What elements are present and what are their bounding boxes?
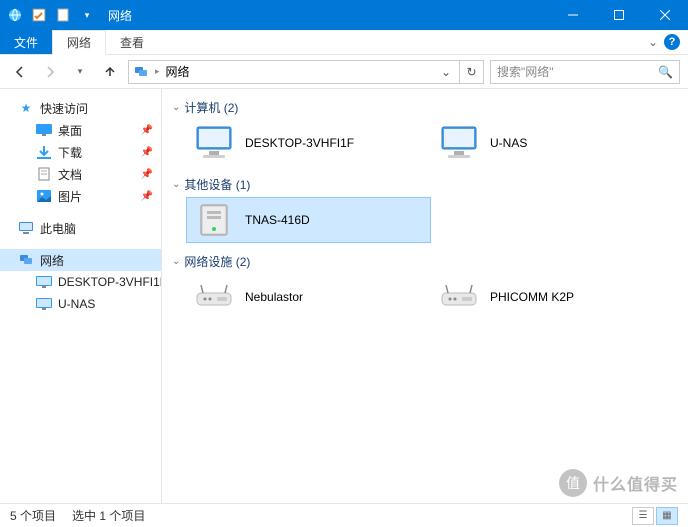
tree-qa-item[interactable]: 下载📌 xyxy=(0,141,161,163)
expand-ribbon-icon[interactable]: ⌄ xyxy=(648,35,658,49)
chevron-down-icon: ⌄ xyxy=(172,102,180,113)
address-dropdown-icon[interactable]: ⌄ xyxy=(437,65,455,79)
group-header[interactable]: ⌄ 其他设备 (1) xyxy=(172,172,678,197)
search-placeholder: 搜索"网络" xyxy=(497,63,554,80)
search-input[interactable]: 搜索"网络" 🔍 xyxy=(490,60,680,84)
computer-icon xyxy=(36,274,52,290)
content-pane[interactable]: ⌄ 计算机 (2) DESKTOP-3VHFI1F U-NAS ⌄ 其他设备 (1) T… xyxy=(162,89,688,503)
item-label: TNAS-416D xyxy=(245,213,310,227)
network-tree-icon xyxy=(18,252,34,268)
system-buttons xyxy=(550,0,688,30)
tab-file[interactable]: 文件 xyxy=(0,30,52,54)
group-header[interactable]: ⌄ 计算机 (2) xyxy=(172,95,678,120)
recent-dropdown[interactable]: ▾ xyxy=(68,60,92,84)
up-button[interactable] xyxy=(98,60,122,84)
computer-icon xyxy=(193,124,235,162)
star-icon: ★ xyxy=(18,100,34,116)
item-label: Nebulastor xyxy=(245,290,303,304)
tree-quick-access[interactable]: ★ 快速访问 xyxy=(0,97,161,119)
item-label: U-NAS xyxy=(490,136,527,150)
back-button[interactable] xyxy=(8,60,32,84)
downloads-icon xyxy=(36,144,52,160)
body: ★ 快速访问 桌面📌下载📌文档📌图片📌 此电脑 网络 DESKTOP-3VHFI… xyxy=(0,89,688,503)
pictures-icon xyxy=(36,188,52,204)
tab-view[interactable]: 查看 xyxy=(106,30,158,54)
item[interactable]: TNAS-416D xyxy=(186,197,431,243)
app-icon xyxy=(4,4,26,26)
pin-icon: 📌 xyxy=(141,125,153,136)
pin-icon: 📌 xyxy=(141,147,153,158)
item[interactable]: Nebulastor xyxy=(186,274,431,320)
item-label: DESKTOP-3VHFI1F xyxy=(245,136,354,150)
title-bar: ▾ 网络 xyxy=(0,0,688,30)
view-details-button[interactable]: ☰ xyxy=(632,507,654,525)
address-bar[interactable]: ▸ 网络 ⌄ xyxy=(128,60,460,84)
navigation-tree[interactable]: ★ 快速访问 桌面📌下载📌文档📌图片📌 此电脑 网络 DESKTOP-3VHFI… xyxy=(0,89,162,503)
window-title: 网络 xyxy=(102,7,132,24)
tree-this-pc[interactable]: 此电脑 xyxy=(0,217,161,239)
breadcrumb[interactable]: 网络 xyxy=(166,63,190,80)
tree-network-item[interactable]: DESKTOP-3VHFI1F xyxy=(0,271,161,293)
status-total: 5 个项目 xyxy=(10,507,56,524)
status-selected: 选中 1 个项目 xyxy=(72,507,145,524)
navigation-bar: ▾ ▸ 网络 ⌄ ↻ 搜索"网络" 🔍 xyxy=(0,55,688,89)
status-bar: 5 个项目 选中 1 个项目 ☰ ▦ xyxy=(0,503,688,527)
item[interactable]: DESKTOP-3VHFI1F xyxy=(186,120,431,166)
chevron-down-icon: ⌄ xyxy=(172,256,180,267)
router-icon xyxy=(438,278,480,316)
tree-qa-item[interactable]: 文档📌 xyxy=(0,163,161,185)
device-icon xyxy=(193,201,235,239)
help-icon[interactable]: ? xyxy=(664,34,680,50)
desktop-icon xyxy=(36,122,52,138)
item[interactable]: U-NAS xyxy=(431,120,676,166)
maximize-button[interactable] xyxy=(596,0,642,30)
view-tiles-button[interactable]: ▦ xyxy=(656,507,678,525)
watermark-badge: 值 xyxy=(559,469,587,497)
ribbon-tabs: 文件 网络 查看 ⌄ ? xyxy=(0,30,688,55)
tree-network-item[interactable]: U-NAS xyxy=(0,293,161,315)
search-icon: 🔍 xyxy=(658,65,673,79)
computer-icon xyxy=(36,296,52,312)
tree-qa-item[interactable]: 桌面📌 xyxy=(0,119,161,141)
minimize-button[interactable] xyxy=(550,0,596,30)
close-button[interactable] xyxy=(642,0,688,30)
quick-access-toolbar: ▾ xyxy=(0,4,102,26)
group-header[interactable]: ⌄ 网络设施 (2) xyxy=(172,249,678,274)
network-icon xyxy=(133,64,149,80)
pin-icon: 📌 xyxy=(141,169,153,180)
tab-network[interactable]: 网络 xyxy=(52,30,106,55)
tree-qa-item[interactable]: 图片📌 xyxy=(0,185,161,207)
documents-icon xyxy=(36,166,52,182)
item-label: PHICOMM K2P xyxy=(490,290,574,304)
item[interactable]: PHICOMM K2P xyxy=(431,274,676,320)
refresh-button[interactable]: ↻ xyxy=(460,60,484,84)
qat-properties-icon[interactable] xyxy=(28,4,50,26)
chevron-down-icon: ⌄ xyxy=(172,179,180,190)
pin-icon: 📌 xyxy=(141,191,153,202)
forward-button[interactable] xyxy=(38,60,62,84)
qat-new-icon[interactable] xyxy=(52,4,74,26)
breadcrumb-sep: ▸ xyxy=(155,66,160,77)
qat-dropdown-icon[interactable]: ▾ xyxy=(76,4,98,26)
computer-icon xyxy=(438,124,480,162)
pc-icon xyxy=(18,220,34,236)
watermark-text: 什么值得买 xyxy=(593,471,678,495)
tree-network[interactable]: 网络 xyxy=(0,249,161,271)
watermark: 值 什么值得买 xyxy=(559,469,678,497)
router-icon xyxy=(193,278,235,316)
